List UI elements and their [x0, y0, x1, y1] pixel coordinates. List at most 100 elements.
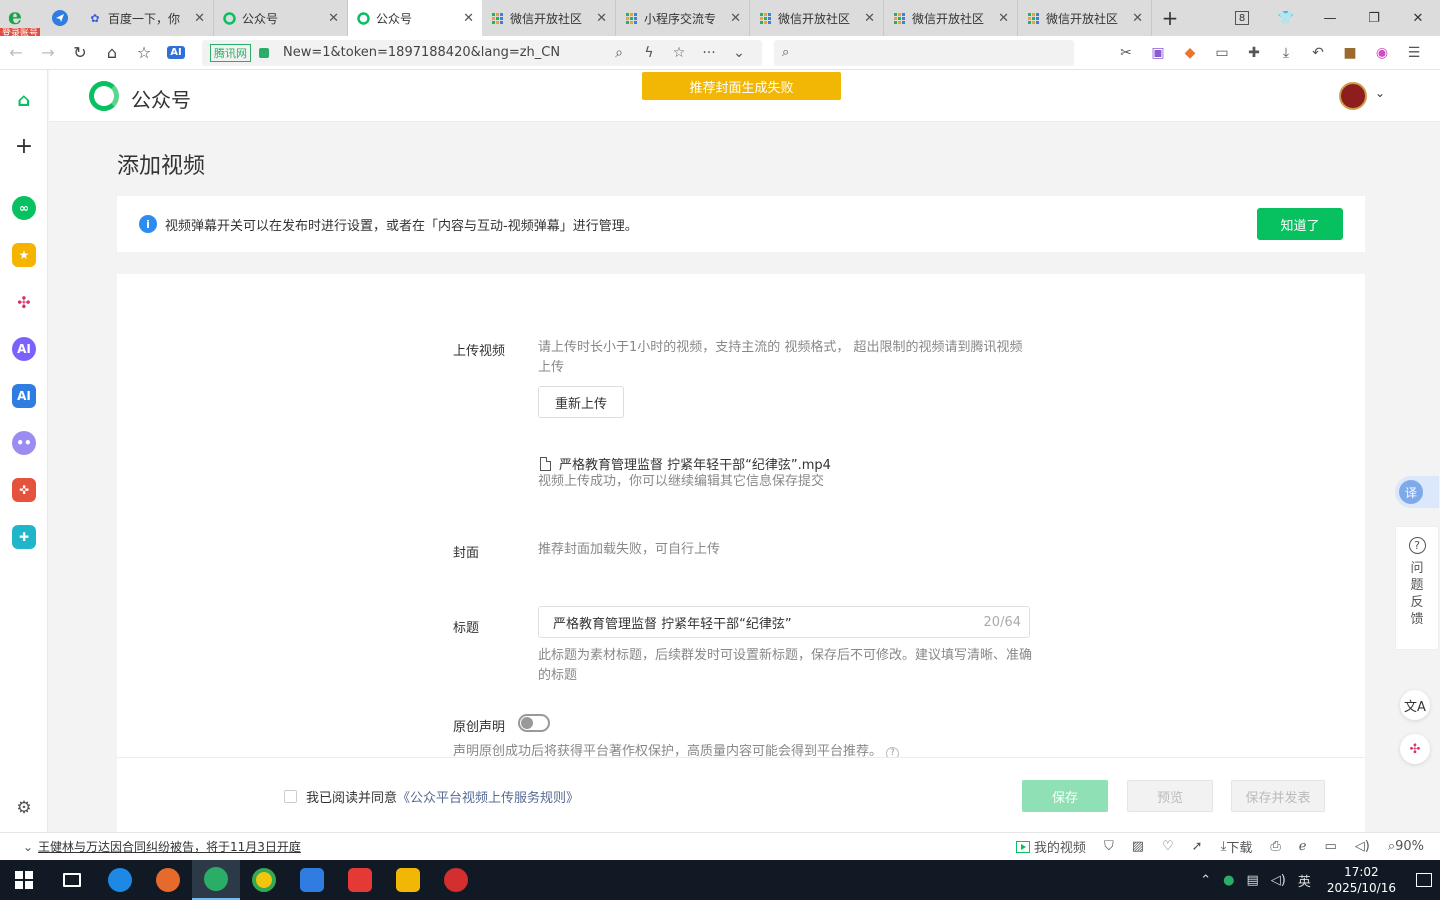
start-windows-icon[interactable]: [0, 860, 48, 900]
search-input[interactable]: ⌕: [774, 39, 1074, 66]
ie-mode-icon[interactable]: ℯ: [1299, 839, 1307, 854]
wps-icon[interactable]: [336, 860, 384, 900]
menu-icon[interactable]: ☰: [1398, 45, 1430, 61]
download-icon[interactable]: ⤓: [1270, 45, 1302, 61]
translate-ext-icon[interactable]: ▣: [1142, 45, 1174, 61]
window-icon[interactable]: ▭: [1324, 839, 1336, 854]
ai-circle-icon[interactable]: AI: [12, 337, 36, 361]
tab-mp-active[interactable]: 公众号 ✕: [348, 0, 482, 36]
translate-float[interactable]: 译: [1395, 476, 1439, 508]
miniprogram-icon[interactable]: ∞: [12, 196, 36, 220]
tab-count-button[interactable]: 8: [1220, 0, 1264, 36]
close-icon[interactable]: ✕: [730, 11, 741, 26]
clock[interactable]: 17:02 2025/10/16: [1327, 864, 1396, 896]
my-video-button[interactable]: 我的视频: [1015, 837, 1086, 856]
close-icon[interactable]: ✕: [328, 11, 339, 26]
screen-ext-icon[interactable]: ▭: [1206, 45, 1238, 61]
zoom-level[interactable]: ⌕ 90%: [1388, 839, 1424, 854]
shirt-icon[interactable]: 👕: [1264, 0, 1308, 36]
download-button[interactable]: ⤓ 下载: [1221, 837, 1253, 856]
notification-icon[interactable]: [1408, 860, 1440, 900]
tab-open-community-1[interactable]: 微信开放社区 ✕: [482, 0, 616, 36]
network-float-icon[interactable]: ✣: [1400, 734, 1430, 764]
new-tab-button[interactable]: +: [1152, 0, 1188, 36]
heart-icon[interactable]: ♡: [1162, 839, 1174, 854]
image-icon[interactable]: ▨: [1132, 839, 1144, 854]
chevron-down-icon[interactable]: ⌄: [724, 45, 754, 61]
news-ticker[interactable]: 王健林与万达因合同纠纷被告，将于11月3日开庭: [38, 838, 301, 855]
star-icon[interactable]: ★: [12, 243, 36, 267]
close-icon[interactable]: ✕: [596, 11, 607, 26]
firefox-icon[interactable]: [144, 860, 192, 900]
tab-miniprogram[interactable]: 小程序交流专 ✕: [616, 0, 750, 36]
network-tray-icon[interactable]: ▤: [1246, 873, 1258, 888]
scissors-icon[interactable]: ✂: [1110, 45, 1142, 61]
voice-app-icon[interactable]: [432, 860, 480, 900]
url-text[interactable]: New=1&token=1897188420&lang=zh_CN: [283, 45, 604, 60]
ai-square-icon[interactable]: AI: [12, 384, 36, 408]
wechat-tray-icon[interactable]: ●: [1223, 873, 1234, 888]
reload-icon[interactable]: ↻: [64, 43, 96, 62]
site-tag[interactable]: 腾讯网: [210, 43, 251, 62]
task-view-icon[interactable]: [48, 860, 96, 900]
avatar[interactable]: [1339, 82, 1367, 110]
puzzle-icon[interactable]: ✚: [1238, 45, 1270, 61]
file-explorer-icon[interactable]: [384, 860, 432, 900]
tab-baidu[interactable]: ✿ 百度一下，你 ✕: [80, 0, 214, 36]
title-input[interactable]: 严格教育管理监督 拧紧年轻干部“纪律弦” 20/64: [538, 606, 1030, 638]
bot-icon[interactable]: ••: [12, 431, 36, 455]
tools-icon[interactable]: ✚: [12, 525, 36, 549]
lightning-icon[interactable]: ϟ: [634, 45, 664, 61]
title-value[interactable]: 严格教育管理监督 拧紧年轻干部“纪律弦”: [553, 613, 984, 632]
briefcase-icon[interactable]: ■: [1334, 45, 1366, 61]
tab-open-community-4[interactable]: 微信开放社区 ✕: [1018, 0, 1152, 36]
minimize-icon[interactable]: —: [1308, 0, 1352, 36]
browser-logo[interactable]: e 登录账号: [0, 0, 41, 40]
bookmark-star-icon[interactable]: ☆: [128, 43, 160, 62]
zoom-icon[interactable]: ⌕: [604, 45, 634, 61]
rocket-icon[interactable]: ➚: [1192, 839, 1203, 854]
colorful-ai-icon[interactable]: ◉: [1366, 45, 1398, 61]
ai-assistant-button[interactable]: AI: [160, 46, 192, 59]
agree-checkbox[interactable]: [284, 790, 297, 803]
feedback-float[interactable]: ? 问题反馈: [1395, 526, 1439, 650]
pinned-tab[interactable]: [40, 0, 80, 36]
rules-link[interactable]: 《公众平台视频上传服务规则》: [397, 791, 579, 806]
mp-logo-icon[interactable]: [89, 81, 119, 111]
print-icon[interactable]: ⎙: [1270, 839, 1280, 854]
forward-icon[interactable]: →: [32, 43, 64, 62]
speaker-icon[interactable]: ◁): [1355, 839, 1370, 854]
undo-icon[interactable]: ↶: [1302, 45, 1334, 61]
chevron-down-icon[interactable]: ⌄: [18, 840, 38, 854]
settings-gear-icon[interactable]: ⚙: [12, 796, 36, 820]
preview-button[interactable]: 预览: [1127, 780, 1213, 812]
close-icon[interactable]: ✕: [463, 11, 474, 26]
restore-icon[interactable]: ❐: [1352, 0, 1396, 36]
chrome-icon[interactable]: [240, 860, 288, 900]
gamepad-icon[interactable]: ✜: [12, 478, 36, 502]
360-browser-icon[interactable]: [192, 860, 240, 900]
lock-icon[interactable]: [259, 47, 269, 58]
game-ext-icon[interactable]: ◆: [1174, 45, 1206, 61]
got-it-button[interactable]: 知道了: [1257, 208, 1343, 240]
ie-browser-icon[interactable]: [96, 860, 144, 900]
grid-app-icon[interactable]: [288, 860, 336, 900]
network-icon[interactable]: ✣: [12, 290, 36, 314]
tab-open-community-2[interactable]: 微信开放社区 ✕: [750, 0, 884, 36]
volume-icon[interactable]: ◁): [1271, 873, 1286, 888]
save-button[interactable]: 保存: [1022, 780, 1108, 812]
close-icon[interactable]: ✕: [998, 11, 1009, 26]
back-icon[interactable]: ←: [0, 43, 32, 62]
window-close-icon[interactable]: ✕: [1396, 0, 1440, 36]
close-icon[interactable]: ✕: [1132, 11, 1143, 26]
url-bar[interactable]: 腾讯网 New=1&token=1897188420&lang=zh_CN ⌕ …: [202, 39, 762, 66]
more-icon[interactable]: ···: [694, 45, 724, 61]
save-publish-button[interactable]: 保存并发表: [1231, 780, 1325, 812]
mp-title[interactable]: 公众号: [131, 84, 191, 113]
original-toggle[interactable]: [518, 714, 550, 732]
chevron-up-icon[interactable]: ⌃: [1200, 873, 1211, 888]
tab-mp-1[interactable]: 公众号 ✕: [214, 0, 348, 36]
reupload-button[interactable]: 重新上传: [538, 386, 624, 418]
favorite-star-icon[interactable]: ☆: [664, 45, 694, 61]
home-icon[interactable]: ⌂: [96, 43, 128, 62]
